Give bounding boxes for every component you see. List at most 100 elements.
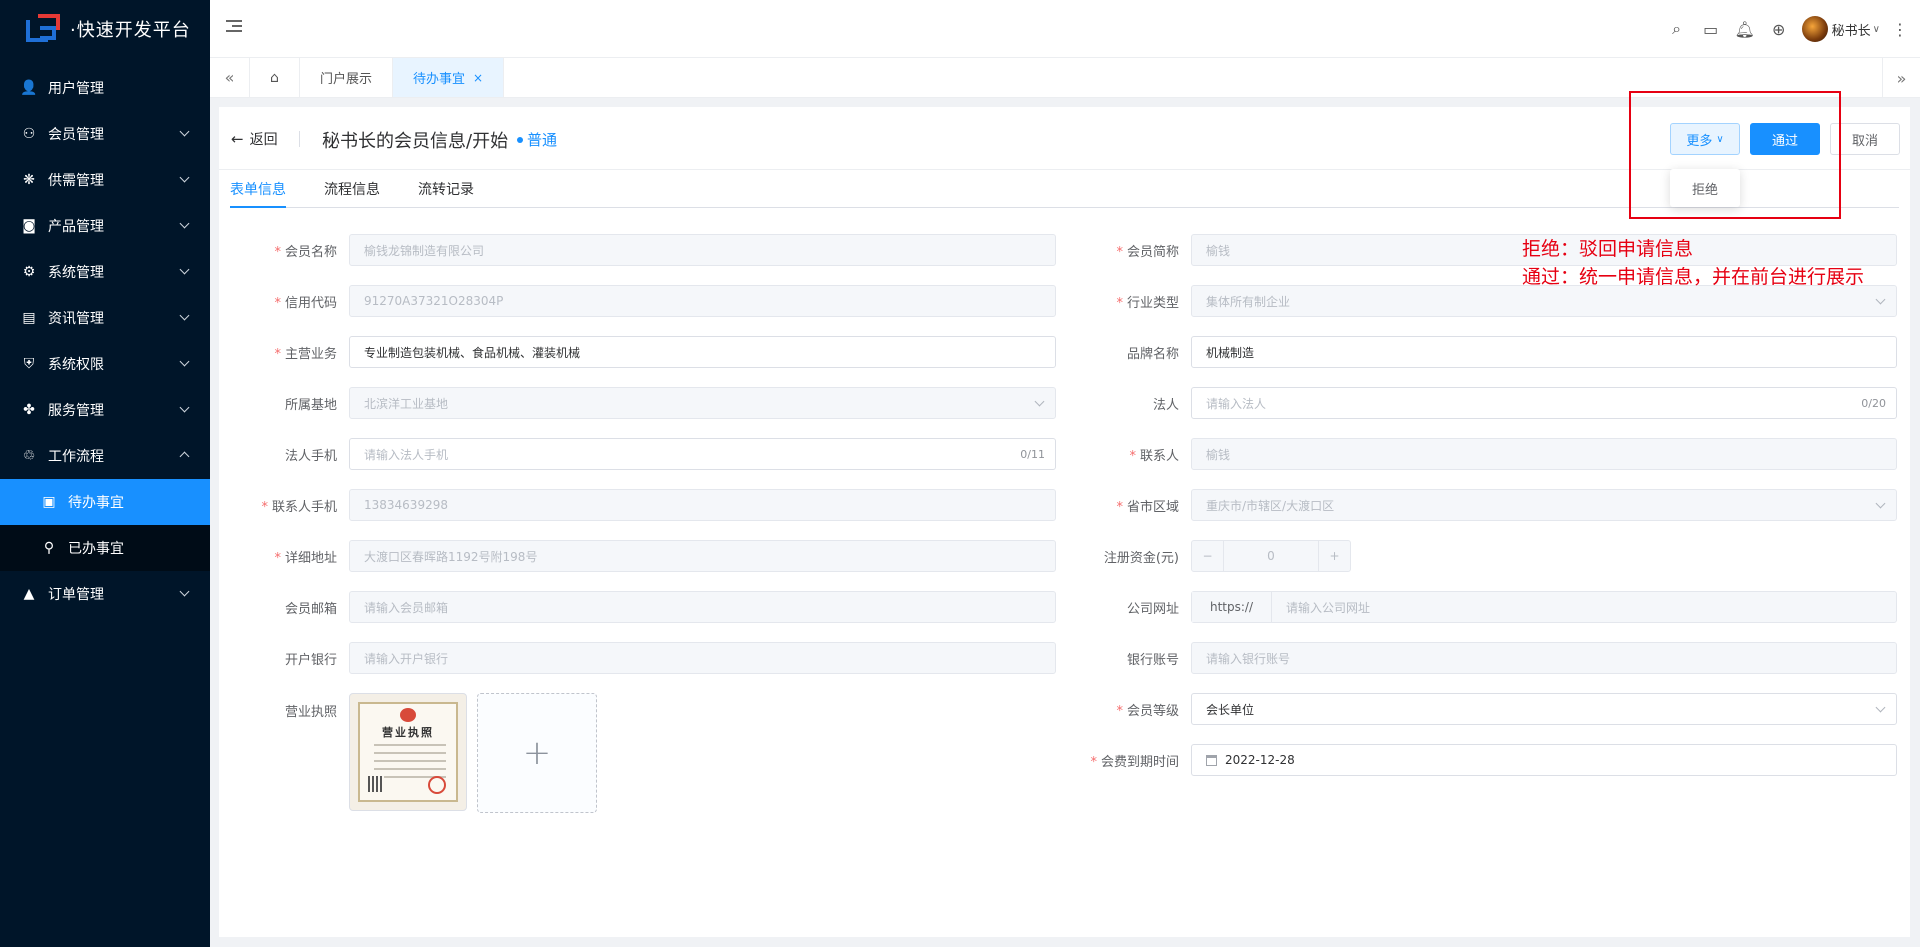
cancel-button[interactable]: 取消 xyxy=(1830,123,1900,155)
tab-portal[interactable]: 门户展示 xyxy=(300,58,394,97)
address-field[interactable]: 大渡口区春晖路1192号附198号 xyxy=(349,540,1056,572)
bell-icon[interactable]: 🔔︎ xyxy=(1728,20,1762,39)
chevron-down-icon xyxy=(179,218,190,229)
plus-button[interactable]: + xyxy=(1318,541,1350,571)
pass-button[interactable]: 通过 xyxy=(1750,123,1820,155)
field-label: * 省市区域 xyxy=(1116,499,1179,515)
search-icon[interactable]: ⌕ xyxy=(1660,19,1694,39)
website-input[interactable]: 请输入公司网址 xyxy=(1272,592,1896,622)
reject-menu-item[interactable]: 拒绝 xyxy=(1670,169,1740,207)
chevron-down-icon xyxy=(179,310,190,321)
sidebar-item-supply[interactable]: ❋ 供需管理 xyxy=(0,157,210,203)
sidebar-item-product[interactable]: ◙ 产品管理 xyxy=(0,203,210,249)
sidebar-item-label: 系统管理 xyxy=(48,265,104,281)
field-label: * 主营业务 xyxy=(274,346,337,362)
chevron-down-icon xyxy=(179,172,190,183)
chevron-up-icon xyxy=(179,451,190,462)
brand-field[interactable]: 机械制造 xyxy=(1191,336,1897,368)
field-label: * 行业类型 xyxy=(1116,295,1179,311)
chevron-down-icon xyxy=(1875,498,1886,509)
tabs-left-icon[interactable]: « xyxy=(210,58,250,97)
minus-button[interactable]: − xyxy=(1192,541,1224,571)
sidebar-item-system[interactable]: ⚙ 系统管理 xyxy=(0,249,210,295)
tabs-right-icon[interactable]: » xyxy=(1882,58,1920,98)
sidebar-item-done[interactable]: ⚲ 已办事宜 xyxy=(0,525,210,571)
region-select[interactable]: 重庆市/市辖区/大渡口区 xyxy=(1191,489,1897,521)
website-field[interactable]: https:// 请输入公司网址 xyxy=(1191,591,1897,623)
form-row-member-name: * 会员名称 榆钱龙锦制造有限公司 xyxy=(219,234,1056,266)
tab-form-info[interactable]: 表单信息 xyxy=(230,170,302,208)
capital-value: 0 xyxy=(1267,549,1275,563)
header-actions: ⌕ ▭ 🔔︎ ⊕ 秘书长 ∨ ⋮ xyxy=(1660,0,1920,58)
sidebar-item-user[interactable]: 👤 用户管理 xyxy=(0,65,210,111)
legal-field[interactable]: 请输入法人 0/20 xyxy=(1191,387,1897,419)
expire-date-picker[interactable]: 2022-12-28 xyxy=(1191,744,1897,776)
form-row-account: 银行账号 请输入银行账号 xyxy=(1061,642,1897,674)
form-row-base: 所属基地 北滨洋工业基地 xyxy=(219,387,1056,419)
field-label: 会员邮箱 xyxy=(284,601,337,617)
char-count: 0/20 xyxy=(1861,396,1886,410)
tab-process-info[interactable]: 流程信息 xyxy=(324,170,396,207)
sidebar-item-todo[interactable]: ▣ 待办事宜 xyxy=(0,479,210,525)
sidebar-item-label: 系统权限 xyxy=(48,357,104,373)
chevron-down-icon xyxy=(179,126,190,137)
menu-fold-icon[interactable] xyxy=(226,20,242,34)
more-vertical-icon[interactable]: ⋮ xyxy=(1892,20,1908,39)
close-icon[interactable]: × xyxy=(473,71,483,85)
back-label: 返回 xyxy=(249,132,278,148)
bank-field[interactable]: 请输入开户银行 xyxy=(349,642,1056,674)
sidebar-item-service[interactable]: ✤ 服务管理 xyxy=(0,387,210,433)
field-label: 法人 xyxy=(1152,397,1179,413)
credit-code-field[interactable]: 91270A37321O28304P xyxy=(349,285,1056,317)
divider xyxy=(299,131,300,147)
sidebar-item-label: 已办事宜 xyxy=(68,541,124,557)
sidebar-item-workflow[interactable]: ♲ 工作流程 xyxy=(0,433,210,479)
chevron-down-icon xyxy=(1034,396,1045,407)
sidebar-item-member[interactable]: ⚇ 会员管理 xyxy=(0,111,210,157)
user-menu[interactable]: 秘书长 ∨ xyxy=(1801,16,1880,42)
license-thumbnail[interactable]: 营业执照 xyxy=(349,693,467,811)
chevron-down-icon: ∨ xyxy=(1716,133,1724,145)
field-label: * 联系人手机 xyxy=(261,499,337,515)
member-name-field[interactable]: 榆钱龙锦制造有限公司 xyxy=(349,234,1056,266)
field-label: * 信用代码 xyxy=(274,295,337,311)
calendar-icon xyxy=(1206,754,1217,766)
sidebar-item-order[interactable]: ▲ 订单管理 xyxy=(0,571,210,617)
field-label: 注册资金(元) xyxy=(1103,550,1179,566)
logo-text: ·快速开发平台 xyxy=(70,20,191,41)
contact-phone-field[interactable]: 13834639298 xyxy=(349,489,1056,521)
account-field[interactable]: 请输入银行账号 xyxy=(1191,642,1897,674)
form-row-legal: 法人 请输入法人 0/20 xyxy=(1061,387,1897,419)
form-row-address: * 详细地址 大渡口区春晖路1192号附198号 xyxy=(219,540,1056,572)
chevron-down-icon xyxy=(179,264,190,275)
document-icon: ▤ xyxy=(22,310,36,326)
sidebar-item-news[interactable]: ▤ 资讯管理 xyxy=(0,295,210,341)
home-icon[interactable]: ⌂ xyxy=(250,58,300,97)
license-upload: 营业执照 + xyxy=(349,693,597,813)
sidebar: ·快速开发平台 👤 用户管理 ⚇ 会员管理 ❋ 供需管理 ◙ 产品管理 ⚙ 系统管理 ▤ 资… xyxy=(0,0,210,947)
back-button[interactable]: ← 返回 xyxy=(231,129,278,149)
chevron-down-icon xyxy=(179,402,190,413)
base-select[interactable]: 北滨洋工业基地 xyxy=(349,387,1056,419)
email-field[interactable]: 请输入会员邮箱 xyxy=(349,591,1056,623)
legal-phone-field[interactable]: 请输入法人手机 0/11 xyxy=(349,438,1056,470)
level-select[interactable]: 会长单位 xyxy=(1191,693,1897,725)
capital-stepper[interactable]: − 0 + xyxy=(1191,540,1351,572)
globe-icon[interactable]: ⊕ xyxy=(1762,20,1796,39)
sidebar-item-label: 会员管理 xyxy=(48,127,104,143)
field-label: 银行账号 xyxy=(1126,652,1179,668)
contact-field[interactable]: 榆钱 xyxy=(1191,438,1897,470)
tab-todo[interactable]: 待办事宜 × xyxy=(393,58,505,97)
user-icon: 👤 xyxy=(20,80,38,96)
field-label: * 会员名称 xyxy=(274,244,337,260)
more-button[interactable]: 更多 ∨ xyxy=(1670,123,1740,155)
chevron-down-icon xyxy=(179,586,190,597)
upload-add-button[interactable]: + xyxy=(477,693,597,813)
sidebar-item-permission[interactable]: ⛨ 系统权限 xyxy=(0,341,210,387)
tab-flow-records[interactable]: 流转记录 xyxy=(418,170,490,207)
app-logo[interactable]: ·快速开发平台 xyxy=(0,0,210,58)
message-icon[interactable]: ▭ xyxy=(1694,20,1728,39)
main-business-field[interactable]: 专业制造包装机械、食品机械、灌装机械 xyxy=(349,336,1056,368)
top-header: ⌕ ▭ 🔔︎ ⊕ 秘书长 ∨ ⋮ xyxy=(210,0,1920,58)
form-row-region: * 省市区域 重庆市/市辖区/大渡口区 xyxy=(1061,489,1897,521)
